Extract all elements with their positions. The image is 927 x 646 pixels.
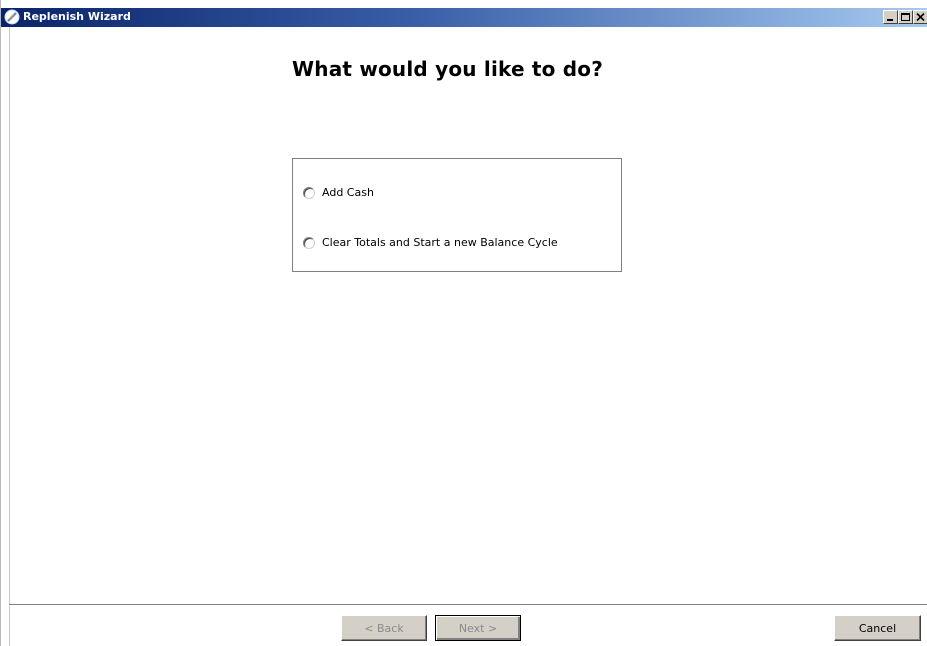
radio-button-icon[interactable] bbox=[303, 236, 315, 249]
option-add-cash[interactable]: Add Cash bbox=[303, 186, 374, 199]
option-label[interactable]: Clear Totals and Start a new Balance Cyc… bbox=[322, 236, 558, 249]
footer-divider bbox=[9, 604, 927, 606]
next-button[interactable]: Next > bbox=[435, 615, 521, 641]
option-label[interactable]: Add Cash bbox=[322, 186, 374, 199]
title-bar[interactable]: Replenish Wizard bbox=[1, 8, 927, 27]
option-clear-totals[interactable]: Clear Totals and Start a new Balance Cyc… bbox=[303, 236, 558, 249]
window-left-border bbox=[9, 27, 10, 646]
window-controls bbox=[883, 10, 927, 25]
wizard-app-icon bbox=[4, 9, 20, 25]
back-button[interactable]: < Back bbox=[341, 615, 427, 641]
options-group: Add Cash Clear Totals and Start a new Ba… bbox=[292, 158, 622, 272]
close-icon bbox=[916, 13, 925, 22]
close-button[interactable] bbox=[913, 10, 927, 24]
cancel-button[interactable]: Cancel bbox=[834, 615, 921, 641]
page-title: What would you like to do? bbox=[292, 57, 604, 81]
minimize-button[interactable] bbox=[883, 10, 898, 24]
maximize-button[interactable] bbox=[898, 10, 913, 24]
radio-button-icon[interactable] bbox=[303, 186, 315, 199]
maximize-icon bbox=[901, 13, 910, 21]
replenish-wizard-window: Replenish Wizard What would you like to bbox=[0, 0, 927, 646]
window-title: Replenish Wizard bbox=[23, 10, 131, 23]
minimize-icon bbox=[887, 19, 893, 21]
